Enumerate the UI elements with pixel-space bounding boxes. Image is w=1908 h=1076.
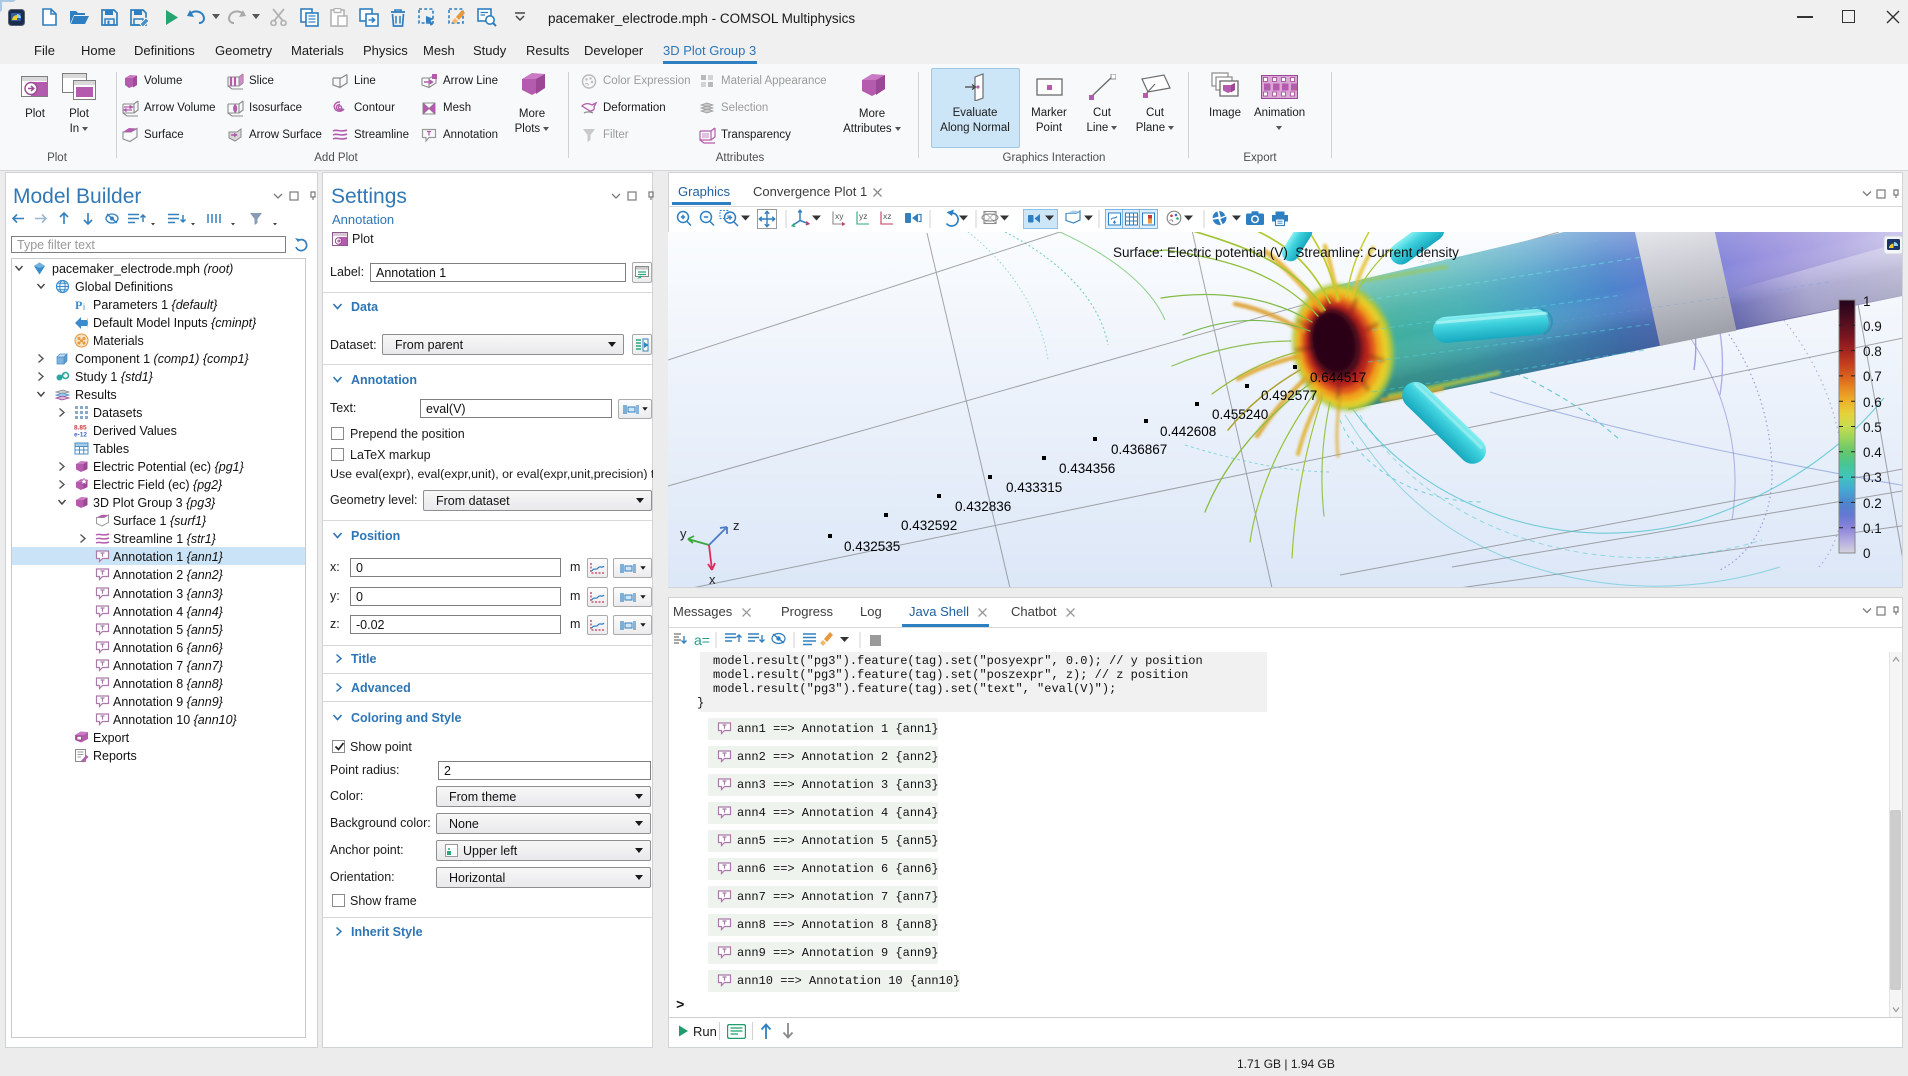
svg-text:0.5: 0.5 bbox=[1863, 420, 1882, 435]
svg-text:1: 1 bbox=[1863, 294, 1871, 309]
svg-text:0.455240: 0.455240 bbox=[1212, 407, 1268, 422]
svg-text:0.442608: 0.442608 bbox=[1160, 424, 1216, 439]
svg-text:xz: xz bbox=[883, 211, 892, 221]
svg-text:0.644517: 0.644517 bbox=[1310, 370, 1366, 385]
svg-text:0: 0 bbox=[1863, 546, 1871, 561]
svg-text:0.3: 0.3 bbox=[1863, 470, 1882, 485]
svg-text:y: y bbox=[680, 526, 687, 541]
svg-text:8.85: 8.85 bbox=[74, 425, 87, 432]
svg-text:0.7: 0.7 bbox=[1863, 369, 1882, 384]
svg-text:0.436867: 0.436867 bbox=[1111, 442, 1167, 457]
svg-text:P: P bbox=[75, 298, 82, 312]
svg-text:z: z bbox=[733, 518, 740, 533]
svg-text:0.2: 0.2 bbox=[1863, 496, 1882, 511]
svg-text:0.8: 0.8 bbox=[1863, 344, 1882, 359]
svg-text:Surface: Electric potential (V: Surface: Electric potential (V) Streamli… bbox=[1113, 245, 1459, 260]
svg-text:0.432836: 0.432836 bbox=[955, 499, 1011, 514]
svg-text:i: i bbox=[83, 302, 85, 312]
svg-text:0.432535: 0.432535 bbox=[844, 539, 900, 554]
svg-text:0.432592: 0.432592 bbox=[901, 518, 957, 533]
svg-text:yz: yz bbox=[859, 211, 868, 221]
svg-text:0.433315: 0.433315 bbox=[1006, 480, 1062, 495]
svg-text:0.1: 0.1 bbox=[1863, 521, 1882, 536]
svg-text:x: x bbox=[709, 572, 716, 587]
svg-text:0.9: 0.9 bbox=[1863, 319, 1882, 334]
svg-text:a=: a= bbox=[694, 632, 710, 648]
svg-text:0.492577: 0.492577 bbox=[1261, 388, 1317, 403]
svg-text:e-12: e-12 bbox=[74, 432, 87, 439]
svg-text:0.434356: 0.434356 bbox=[1059, 461, 1115, 476]
svg-text:0.4: 0.4 bbox=[1863, 445, 1882, 460]
svg-text:xy: xy bbox=[835, 211, 844, 221]
svg-text:0.6: 0.6 bbox=[1863, 395, 1882, 410]
